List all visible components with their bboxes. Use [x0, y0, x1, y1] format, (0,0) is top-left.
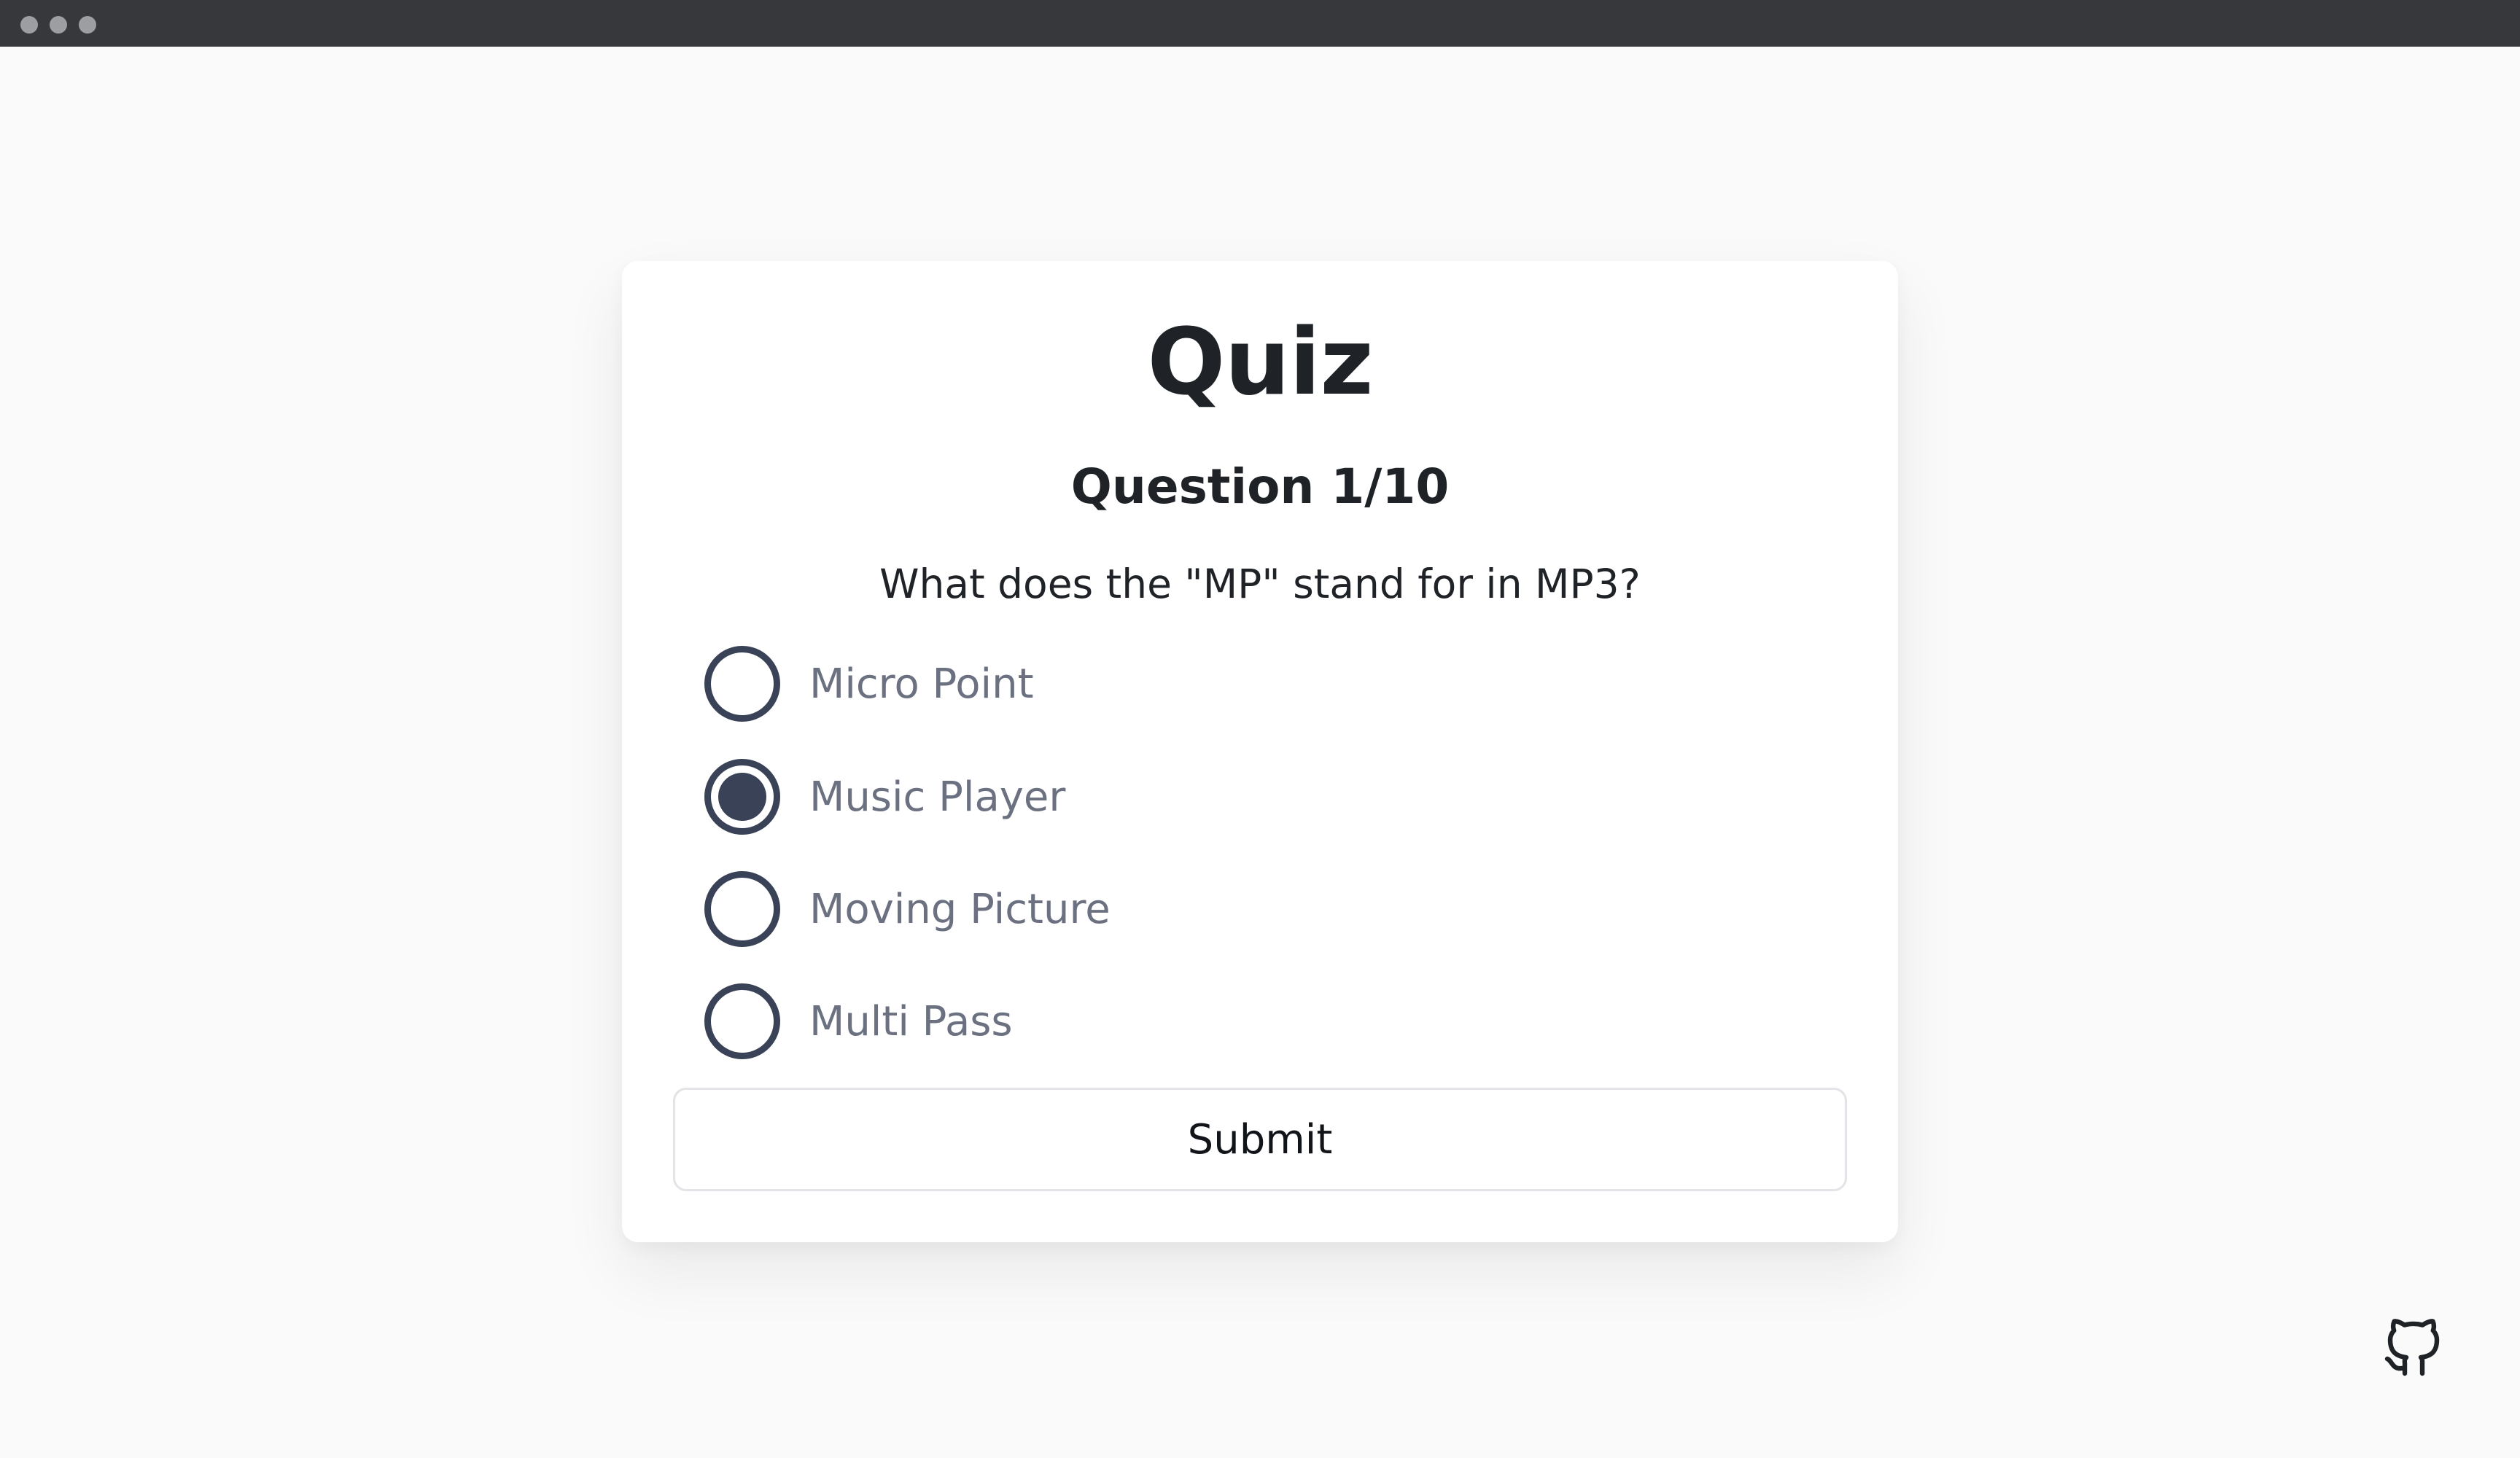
window-maximize-dot-icon[interactable]: [79, 16, 96, 34]
answer-option-label: Multi Pass: [809, 997, 1013, 1045]
answer-option-label: Music Player: [809, 773, 1066, 821]
radio-button[interactable]: [704, 983, 780, 1059]
window-titlebar: [0, 0, 2520, 47]
radio-button-selected[interactable]: [704, 759, 780, 835]
question-counter: Question 1/10: [1070, 459, 1450, 515]
window-close-dot-icon[interactable]: [20, 16, 38, 34]
quiz-card: Quiz Question 1/10 What does the "MP" st…: [622, 261, 1898, 1242]
answer-option[interactable]: Multi Pass: [704, 982, 1798, 1061]
submit-button[interactable]: Submit: [673, 1088, 1847, 1191]
radio-button[interactable]: [704, 871, 780, 947]
github-icon[interactable]: [2379, 1312, 2449, 1382]
answer-option-label: Moving Picture: [809, 885, 1111, 933]
radio-button[interactable]: [704, 646, 780, 722]
answer-option[interactable]: Micro Point: [704, 644, 1798, 723]
answer-option[interactable]: Music Player: [704, 757, 1798, 836]
question-text: What does the "MP" stand for in MP3?: [879, 561, 1641, 607]
quiz-title: Quiz: [1147, 308, 1373, 416]
answer-option-label: Micro Point: [809, 660, 1034, 708]
app-window: Quiz Question 1/10 What does the "MP" st…: [0, 0, 2520, 1458]
answer-option[interactable]: Moving Picture: [704, 870, 1798, 948]
window-minimize-dot-icon[interactable]: [50, 16, 67, 34]
